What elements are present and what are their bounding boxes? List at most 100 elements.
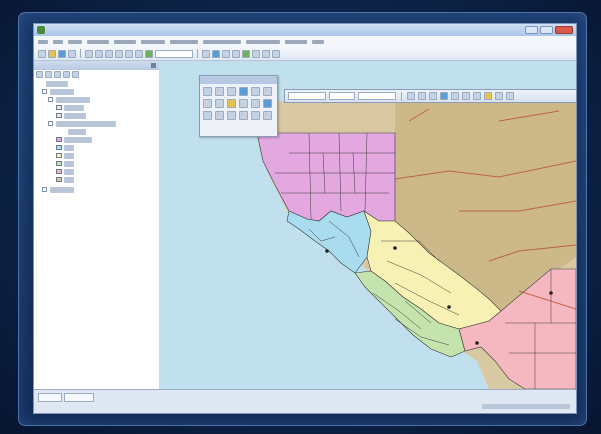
menu-bar <box>34 36 576 47</box>
toc-toolbar <box>36 71 79 78</box>
close-button[interactable] <box>555 26 573 34</box>
legend-swatch <box>56 169 62 174</box>
layer-row[interactable] <box>68 129 86 135</box>
select-elements-icon[interactable] <box>251 99 260 108</box>
identify-icon[interactable] <box>263 99 272 108</box>
open-folder-icon[interactable] <box>48 49 56 58</box>
marker-color-icon[interactable] <box>473 92 481 100</box>
cut-icon[interactable] <box>85 49 93 58</box>
font-size-dropdown[interactable] <box>358 92 396 100</box>
layer-row[interactable] <box>56 97 90 103</box>
forward-extent-icon[interactable] <box>215 99 224 108</box>
clear-selection-icon[interactable] <box>239 99 248 108</box>
pan-icon[interactable] <box>227 87 236 96</box>
list-by-source-icon[interactable] <box>45 71 52 78</box>
arctoolbox-icon[interactable] <box>242 49 250 58</box>
menu-item[interactable] <box>38 40 48 44</box>
menu-item[interactable] <box>246 40 280 44</box>
help-icon[interactable] <box>272 49 280 58</box>
menu-item[interactable] <box>285 40 307 44</box>
hyperlink-icon[interactable] <box>203 111 212 120</box>
layer-row[interactable] <box>46 81 68 87</box>
menu-item[interactable] <box>141 40 165 44</box>
drawing-dropdown[interactable] <box>288 92 326 100</box>
edit-vertices-icon[interactable] <box>506 92 514 100</box>
city-marker <box>549 291 553 295</box>
layer-row[interactable] <box>64 145 74 151</box>
layer-row[interactable] <box>64 105 84 111</box>
rectangle-icon[interactable] <box>484 92 492 100</box>
full-extent-icon[interactable] <box>239 87 248 96</box>
layer-visibility-checkbox[interactable] <box>48 121 53 126</box>
layer-row[interactable] <box>64 113 86 119</box>
search-icon[interactable] <box>232 49 240 58</box>
text-icon[interactable] <box>495 92 503 100</box>
layer-row[interactable] <box>50 187 74 193</box>
layer-row[interactable] <box>64 137 92 143</box>
editor-icon[interactable] <box>202 49 210 58</box>
tools-toolbar-title <box>200 76 277 84</box>
layer-visibility-checkbox[interactable] <box>42 187 47 192</box>
back-extent-icon[interactable] <box>203 99 212 108</box>
zoom-out-icon[interactable] <box>215 87 224 96</box>
python-icon[interactable] <box>252 49 260 58</box>
table-of-contents-icon[interactable] <box>212 49 220 58</box>
catalog-icon[interactable] <box>222 49 230 58</box>
undo-icon[interactable] <box>125 49 133 58</box>
bold-icon[interactable] <box>407 92 415 100</box>
options-icon[interactable] <box>72 71 79 78</box>
list-by-selection-icon[interactable] <box>63 71 70 78</box>
layer-row[interactable] <box>64 169 74 175</box>
delete-icon[interactable] <box>115 49 123 58</box>
add-data-icon[interactable] <box>145 49 153 58</box>
tab-source[interactable] <box>64 393 94 402</box>
menu-item[interactable] <box>170 40 198 44</box>
list-by-drawing-order-icon[interactable] <box>36 71 43 78</box>
fixed-zoom-out-icon[interactable] <box>263 87 272 96</box>
map-scale-input[interactable] <box>155 49 193 58</box>
font-color-icon[interactable] <box>440 92 448 100</box>
select-features-icon[interactable] <box>227 99 236 108</box>
coordinate-readout <box>482 404 570 409</box>
close-icon[interactable] <box>151 63 156 68</box>
paste-icon[interactable] <box>105 49 113 58</box>
menu-item[interactable] <box>114 40 136 44</box>
layer-row[interactable] <box>64 161 74 167</box>
city-marker <box>447 305 451 309</box>
layer-visibility-checkbox[interactable] <box>48 97 53 102</box>
redo-icon[interactable] <box>135 49 143 58</box>
fixed-zoom-in-icon[interactable] <box>251 87 260 96</box>
print-icon[interactable] <box>68 49 76 58</box>
line-color-icon[interactable] <box>462 92 470 100</box>
layer-row[interactable] <box>64 153 74 159</box>
layer-visibility-checkbox[interactable] <box>42 89 47 94</box>
underline-icon[interactable] <box>429 92 437 100</box>
save-icon[interactable] <box>58 49 66 58</box>
tab-display[interactable] <box>38 393 62 402</box>
menu-item[interactable] <box>68 40 82 44</box>
go-to-xy-icon[interactable] <box>251 111 260 120</box>
menu-item[interactable] <box>87 40 109 44</box>
menu-item[interactable] <box>312 40 324 44</box>
layer-row[interactable] <box>64 177 74 183</box>
tools-toolbar <box>199 75 278 137</box>
menu-item[interactable] <box>53 40 63 44</box>
measure-icon[interactable] <box>227 111 236 120</box>
model-builder-icon[interactable] <box>262 49 270 58</box>
zoom-in-icon[interactable] <box>203 87 212 96</box>
font-dropdown[interactable] <box>329 92 355 100</box>
copy-icon[interactable] <box>95 49 103 58</box>
layer-row[interactable] <box>50 89 74 95</box>
layer-row[interactable] <box>56 121 116 127</box>
italic-icon[interactable] <box>418 92 426 100</box>
time-slider-icon[interactable] <box>263 111 272 120</box>
minimize-button[interactable] <box>525 26 538 34</box>
html-popup-icon[interactable] <box>215 111 224 120</box>
maximize-button[interactable] <box>540 26 553 34</box>
fill-color-icon[interactable] <box>451 92 459 100</box>
find-icon[interactable] <box>239 111 248 120</box>
new-document-icon[interactable] <box>38 49 46 58</box>
menu-item[interactable] <box>203 40 241 44</box>
list-by-visibility-icon[interactable] <box>54 71 61 78</box>
city-marker <box>393 246 397 250</box>
